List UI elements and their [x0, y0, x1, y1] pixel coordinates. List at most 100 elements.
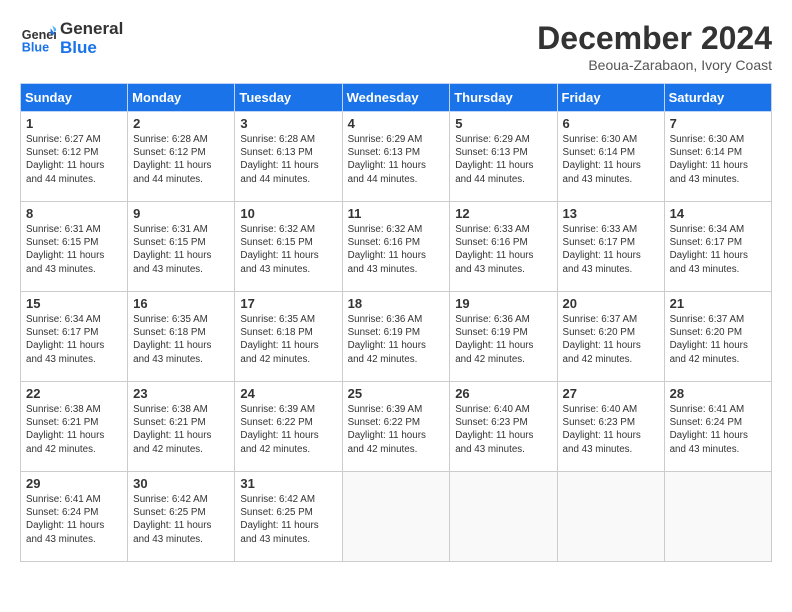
- day-number: 1: [26, 116, 122, 131]
- day-info: Sunrise: 6:27 AMSunset: 6:12 PMDaylight:…: [26, 133, 122, 186]
- day-info: Sunrise: 6:32 AMSunset: 6:16 PMDaylight:…: [348, 223, 445, 276]
- calendar-cell: 24 Sunrise: 6:39 AMSunset: 6:22 PMDayligh…: [235, 382, 342, 472]
- day-info: Sunrise: 6:35 AMSunset: 6:18 PMDaylight:…: [133, 313, 229, 366]
- calendar-cell: 8 Sunrise: 6:31 AMSunset: 6:15 PMDaylight…: [21, 202, 128, 292]
- day-info: Sunrise: 6:33 AMSunset: 6:16 PMDaylight:…: [455, 223, 551, 276]
- day-info: Sunrise: 6:37 AMSunset: 6:20 PMDaylight:…: [670, 313, 766, 366]
- calendar-cell: 13 Sunrise: 6:33 AMSunset: 6:17 PMDayligh…: [557, 202, 664, 292]
- day-info: Sunrise: 6:34 AMSunset: 6:17 PMDaylight:…: [26, 313, 122, 366]
- day-number: 23: [133, 386, 229, 401]
- day-info: Sunrise: 6:30 AMSunset: 6:14 PMDaylight:…: [670, 133, 766, 186]
- calendar-cell: 30 Sunrise: 6:42 AMSunset: 6:25 PMDayligh…: [128, 472, 235, 562]
- day-info: Sunrise: 6:40 AMSunset: 6:23 PMDaylight:…: [455, 403, 551, 456]
- day-info: Sunrise: 6:31 AMSunset: 6:15 PMDaylight:…: [26, 223, 122, 276]
- day-info: Sunrise: 6:29 AMSunset: 6:13 PMDaylight:…: [348, 133, 445, 186]
- calendar-table: SundayMondayTuesdayWednesdayThursdayFrid…: [20, 83, 772, 562]
- calendar-cell: 10Sunrise: 6:32 AMSunset: 6:15 PMDayligh…: [235, 202, 342, 292]
- week-row-3: 15Sunrise: 6:34 AMSunset: 6:17 PMDayligh…: [21, 292, 772, 382]
- calendar-cell: 1 Sunrise: 6:27 AMSunset: 6:12 PMDaylight…: [21, 112, 128, 202]
- day-info: Sunrise: 6:41 AMSunset: 6:24 PMDaylight:…: [670, 403, 766, 456]
- day-number: 24: [240, 386, 336, 401]
- logo: General Blue General Blue: [20, 20, 123, 57]
- calendar-cell: 7 Sunrise: 6:30 AMSunset: 6:14 PMDaylight…: [664, 112, 771, 202]
- day-info: Sunrise: 6:42 AMSunset: 6:25 PMDaylight:…: [240, 493, 336, 546]
- calendar-cell: 29 Sunrise: 6:41 AMSunset: 6:24 PMDayligh…: [21, 472, 128, 562]
- col-header-saturday: Saturday: [664, 84, 771, 112]
- day-number: 12: [455, 206, 551, 221]
- day-info: Sunrise: 6:29 AMSunset: 6:13 PMDaylight:…: [455, 133, 551, 186]
- day-number: 22: [26, 386, 122, 401]
- day-number: 19: [455, 296, 551, 311]
- day-number: 20: [563, 296, 659, 311]
- day-number: 3: [240, 116, 336, 131]
- week-row-2: 8 Sunrise: 6:31 AMSunset: 6:15 PMDaylight…: [21, 202, 772, 292]
- calendar-cell: 16Sunrise: 6:35 AMSunset: 6:18 PMDayligh…: [128, 292, 235, 382]
- logo-icon: General Blue: [20, 21, 56, 57]
- day-number: 4: [348, 116, 445, 131]
- col-header-monday: Monday: [128, 84, 235, 112]
- calendar-cell: 14 Sunrise: 6:34 AMSunset: 6:17 PMDayligh…: [664, 202, 771, 292]
- day-number: 30: [133, 476, 229, 491]
- calendar-cell: 6Sunrise: 6:30 AMSunset: 6:14 PMDaylight…: [557, 112, 664, 202]
- col-header-friday: Friday: [557, 84, 664, 112]
- calendar-cell: 3 Sunrise: 6:28 AMSunset: 6:13 PMDaylight…: [235, 112, 342, 202]
- day-info: Sunrise: 6:39 AMSunset: 6:22 PMDaylight:…: [240, 403, 336, 456]
- day-number: 29: [26, 476, 122, 491]
- day-number: 21: [670, 296, 766, 311]
- calendar-cell: [450, 472, 557, 562]
- logo-line1: General: [60, 20, 123, 39]
- day-info: Sunrise: 6:41 AMSunset: 6:24 PMDaylight:…: [26, 493, 122, 546]
- day-number: 9: [133, 206, 229, 221]
- day-number: 13: [563, 206, 659, 221]
- calendar-cell: 27Sunrise: 6:40 AMSunset: 6:23 PMDayligh…: [557, 382, 664, 472]
- day-info: Sunrise: 6:35 AMSunset: 6:18 PMDaylight:…: [240, 313, 336, 366]
- day-number: 17: [240, 296, 336, 311]
- calendar-cell: 12 Sunrise: 6:33 AMSunset: 6:16 PMDayligh…: [450, 202, 557, 292]
- calendar-cell: 22Sunrise: 6:38 AMSunset: 6:21 PMDayligh…: [21, 382, 128, 472]
- logo-line2: Blue: [60, 39, 123, 58]
- day-number: 18: [348, 296, 445, 311]
- day-number: 10: [240, 206, 336, 221]
- day-number: 25: [348, 386, 445, 401]
- week-row-5: 29 Sunrise: 6:41 AMSunset: 6:24 PMDayligh…: [21, 472, 772, 562]
- day-number: 8: [26, 206, 122, 221]
- day-number: 2: [133, 116, 229, 131]
- day-number: 26: [455, 386, 551, 401]
- day-info: Sunrise: 6:30 AMSunset: 6:14 PMDaylight:…: [563, 133, 659, 186]
- month-title: December 2024: [537, 20, 772, 57]
- calendar-cell: [664, 472, 771, 562]
- day-info: Sunrise: 6:28 AMSunset: 6:13 PMDaylight:…: [240, 133, 336, 186]
- svg-text:Blue: Blue: [22, 40, 49, 54]
- day-number: 7: [670, 116, 766, 131]
- calendar-cell: 19 Sunrise: 6:36 AMSunset: 6:19 PMDayligh…: [450, 292, 557, 382]
- calendar-cell: 5 Sunrise: 6:29 AMSunset: 6:13 PMDaylight…: [450, 112, 557, 202]
- day-info: Sunrise: 6:39 AMSunset: 6:22 PMDaylight:…: [348, 403, 445, 456]
- calendar-cell: 25 Sunrise: 6:39 AMSunset: 6:22 PMDayligh…: [342, 382, 450, 472]
- day-info: Sunrise: 6:28 AMSunset: 6:12 PMDaylight:…: [133, 133, 229, 186]
- week-row-1: 1 Sunrise: 6:27 AMSunset: 6:12 PMDaylight…: [21, 112, 772, 202]
- col-header-sunday: Sunday: [21, 84, 128, 112]
- day-info: Sunrise: 6:38 AMSunset: 6:21 PMDaylight:…: [133, 403, 229, 456]
- day-info: Sunrise: 6:34 AMSunset: 6:17 PMDaylight:…: [670, 223, 766, 276]
- week-row-4: 22 Sunrise: 6:38 AMSunset: 6:21 PMDayligh…: [21, 382, 772, 472]
- calendar-cell: 18 Sunrise: 6:36 AMSunset: 6:19 PMDayligh…: [342, 292, 450, 382]
- day-number: 11: [348, 206, 445, 221]
- day-info: Sunrise: 6:42 AMSunset: 6:25 PMDaylight:…: [133, 493, 229, 546]
- location: Beoua-Zarabaon, Ivory Coast: [537, 57, 772, 73]
- col-header-thursday: Thursday: [450, 84, 557, 112]
- day-number: 28: [670, 386, 766, 401]
- day-info: Sunrise: 6:36 AMSunset: 6:19 PMDaylight:…: [348, 313, 445, 366]
- calendar-cell: 26 Sunrise: 6:40 AMSunset: 6:23 PMDayligh…: [450, 382, 557, 472]
- calendar-cell: 20 Sunrise: 6:37 AMSunset: 6:20 PMDayligh…: [557, 292, 664, 382]
- day-number: 14: [670, 206, 766, 221]
- calendar-cell: 9Sunrise: 6:31 AMSunset: 6:15 PMDaylight…: [128, 202, 235, 292]
- col-header-wednesday: Wednesday: [342, 84, 450, 112]
- day-number: 31: [240, 476, 336, 491]
- day-info: Sunrise: 6:37 AMSunset: 6:20 PMDaylight:…: [563, 313, 659, 366]
- day-info: Sunrise: 6:33 AMSunset: 6:17 PMDaylight:…: [563, 223, 659, 276]
- day-info: Sunrise: 6:36 AMSunset: 6:19 PMDaylight:…: [455, 313, 551, 366]
- calendar-cell: 4 Sunrise: 6:29 AMSunset: 6:13 PMDaylight…: [342, 112, 450, 202]
- calendar-cell: 23 Sunrise: 6:38 AMSunset: 6:21 PMDayligh…: [128, 382, 235, 472]
- calendar-cell: 31 Sunrise: 6:42 AMSunset: 6:25 PMDayligh…: [235, 472, 342, 562]
- day-number: 5: [455, 116, 551, 131]
